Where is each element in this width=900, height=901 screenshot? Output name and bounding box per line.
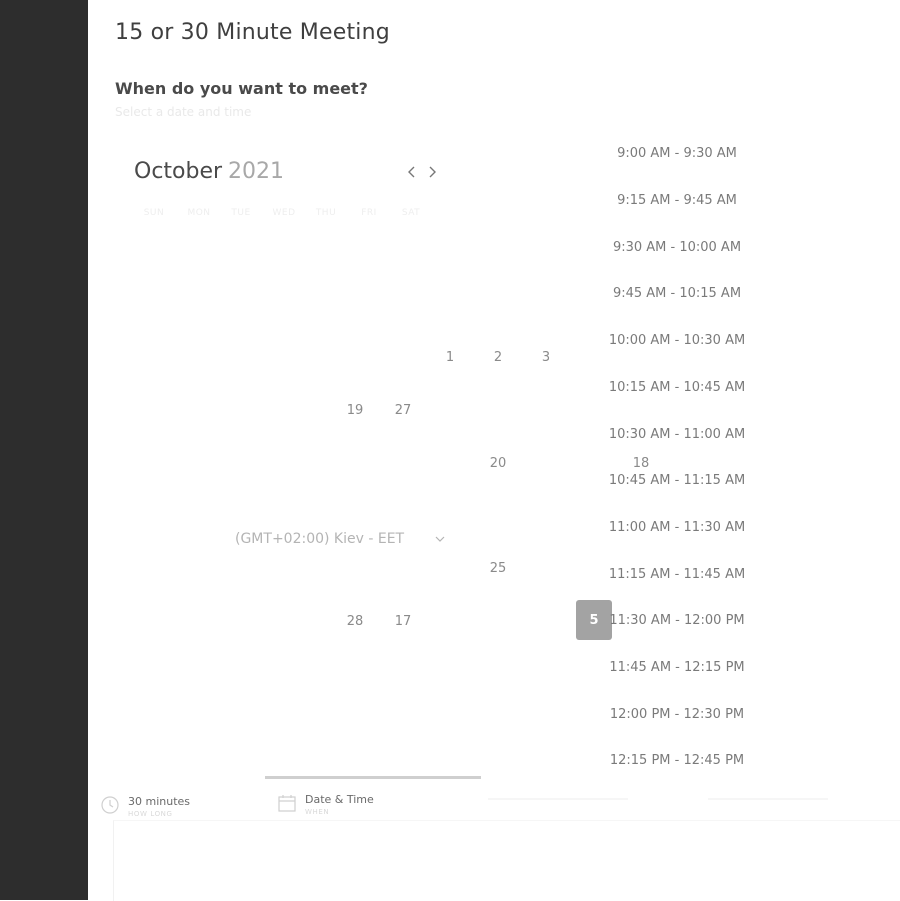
left-sidebar bbox=[0, 0, 88, 900]
clock-icon bbox=[101, 796, 119, 814]
details-panel bbox=[113, 820, 900, 901]
time-slot[interactable]: 9:45 AM - 10:15 AM bbox=[598, 278, 756, 308]
time-slot[interactable]: 12:00 PM - 12:30 PM bbox=[598, 699, 756, 729]
calendar-month-label: October 2021 bbox=[134, 159, 284, 184]
section-heading: When do you want to meet? bbox=[115, 79, 368, 98]
section-hint: Select a date and time bbox=[115, 105, 252, 119]
time-slot[interactable]: 11:45 AM - 12:15 PM bbox=[598, 652, 756, 682]
page-title: 15 or 30 Minute Meeting bbox=[115, 20, 390, 45]
time-slot[interactable]: 11:30 AM - 12:00 PM bbox=[598, 605, 756, 635]
weekday-sun: SUN bbox=[143, 208, 165, 218]
weekday-thu: THU bbox=[315, 208, 337, 218]
calendar-day[interactable]: 19 bbox=[335, 390, 375, 430]
time-slot[interactable]: 12:15 PM - 12:45 PM bbox=[598, 745, 756, 775]
prev-month-button[interactable] bbox=[404, 160, 420, 184]
step-divider bbox=[708, 798, 828, 800]
chevron-down-icon bbox=[435, 536, 445, 542]
booking-panel: 15 or 30 Minute Meeting When do you want… bbox=[88, 0, 900, 901]
calendar-month: October bbox=[134, 159, 223, 184]
calendar-day[interactable]: 20 bbox=[478, 443, 518, 483]
time-slot[interactable]: 11:00 AM - 11:30 AM bbox=[598, 512, 756, 542]
time-slot[interactable]: 9:00 AM - 9:30 AM bbox=[598, 138, 756, 168]
next-month-button[interactable] bbox=[424, 160, 440, 184]
duration-caption: HOW LONG bbox=[128, 810, 173, 818]
time-slot[interactable]: 10:45 AM - 11:15 AM bbox=[598, 465, 756, 495]
time-slot[interactable]: 10:30 AM - 11:00 AM bbox=[598, 419, 756, 449]
duration-value: 30 minutes bbox=[128, 795, 191, 808]
duration-info: 30 minutes HOW LONG bbox=[100, 795, 190, 820]
weekday-wed: WED bbox=[272, 208, 296, 218]
chevron-left-icon bbox=[408, 166, 415, 178]
calendar-year: 2021 bbox=[228, 159, 285, 184]
weekday-sat: SAT bbox=[401, 208, 421, 218]
time-slot[interactable]: 9:30 AM - 10:00 AM bbox=[598, 232, 756, 262]
date-time-caption: WHEN bbox=[305, 808, 330, 816]
time-slot[interactable]: 9:15 AM - 9:45 AM bbox=[598, 185, 756, 215]
date-time-info[interactable]: Date & Time WHEN bbox=[277, 793, 374, 818]
calendar-day[interactable]: 27 bbox=[383, 390, 423, 430]
active-step-indicator bbox=[265, 776, 481, 779]
time-slot[interactable]: 10:15 AM - 10:45 AM bbox=[598, 372, 756, 402]
weekday-fri: FRI bbox=[361, 208, 377, 218]
weekday-tue: TUE bbox=[231, 208, 251, 218]
calendar-day[interactable]: 3 bbox=[526, 337, 566, 377]
weekday-mon: MON bbox=[187, 208, 211, 218]
timezone-value: (GMT+02:00) Kiev - EET bbox=[235, 531, 405, 547]
time-slot[interactable]: 11:15 AM - 11:45 AM bbox=[598, 559, 756, 589]
calendar-day[interactable]: 25 bbox=[478, 548, 518, 588]
calendar-icon bbox=[278, 795, 296, 812]
chevron-right-icon bbox=[429, 166, 436, 178]
calendar-day[interactable]: 28 bbox=[335, 601, 375, 641]
time-slot[interactable]: 10:00 AM - 10:30 AM bbox=[598, 325, 756, 355]
step-divider bbox=[488, 798, 628, 800]
calendar-day[interactable]: 1 bbox=[430, 337, 470, 377]
calendar-day[interactable]: 2 bbox=[478, 337, 518, 377]
calendar-day[interactable]: 17 bbox=[383, 601, 423, 641]
timezone-select[interactable]: (GMT+02:00) Kiev - EET bbox=[235, 529, 445, 549]
date-time-value: Date & Time bbox=[305, 793, 374, 806]
